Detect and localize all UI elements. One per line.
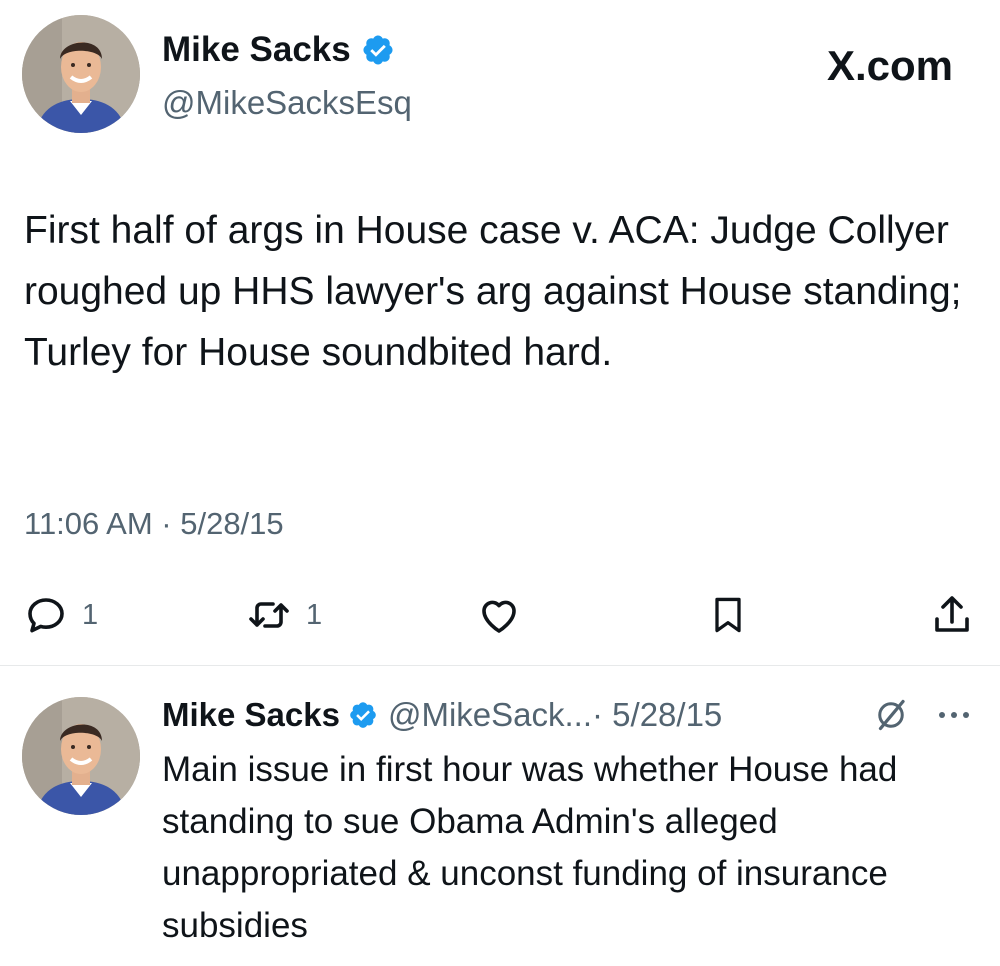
reply-avatar[interactable] (22, 697, 140, 815)
reply-date[interactable]: · 5/28/15 (592, 696, 722, 734)
reply-author-display-name[interactable]: Mike Sacks (162, 695, 340, 735)
retweet-button[interactable]: 1 (244, 585, 322, 645)
bookmark-button[interactable] (706, 585, 750, 645)
reply-button[interactable]: 1 (22, 585, 98, 645)
reply-header: Mike Sacks @MikeSack... · 5/28/15 (162, 695, 722, 735)
avatar[interactable] (22, 15, 140, 133)
tweet-actions: 1 1 (0, 585, 1000, 645)
verified-badge-icon (363, 35, 393, 65)
verified-badge-icon (350, 702, 376, 728)
share-icon (935, 596, 969, 632)
like-button[interactable] (475, 585, 523, 645)
grok-icon[interactable] (873, 697, 909, 733)
retweet-icon (249, 602, 289, 628)
retweet-count: 1 (306, 598, 323, 631)
more-icon[interactable] (934, 700, 974, 730)
tweet-divider (0, 665, 1000, 666)
author-display-name[interactable]: Mike Sacks (162, 30, 351, 70)
main-tweet: Mike Sacks @MikeSacksEsq X.com First hal… (0, 0, 1000, 668)
author-handle[interactable]: @MikeSacksEsq (162, 84, 412, 122)
like-icon (482, 600, 516, 633)
author-name-row: Mike Sacks (162, 30, 395, 70)
brand-watermark: X.com (826, 42, 953, 89)
reply-tweet-text: Main issue in first hour was whether Hou… (162, 750, 898, 945)
share-button[interactable] (928, 585, 976, 645)
tweet-timestamp[interactable]: 11:06 AM · 5/28/15 (24, 506, 284, 542)
reply-author-handle[interactable]: @MikeSack... (388, 696, 592, 734)
reply-count: 1 (82, 598, 99, 631)
reply-icon (28, 598, 64, 633)
bookmark-icon (715, 597, 741, 633)
tweet-text: First half of args in House case v. ACA:… (24, 209, 962, 374)
